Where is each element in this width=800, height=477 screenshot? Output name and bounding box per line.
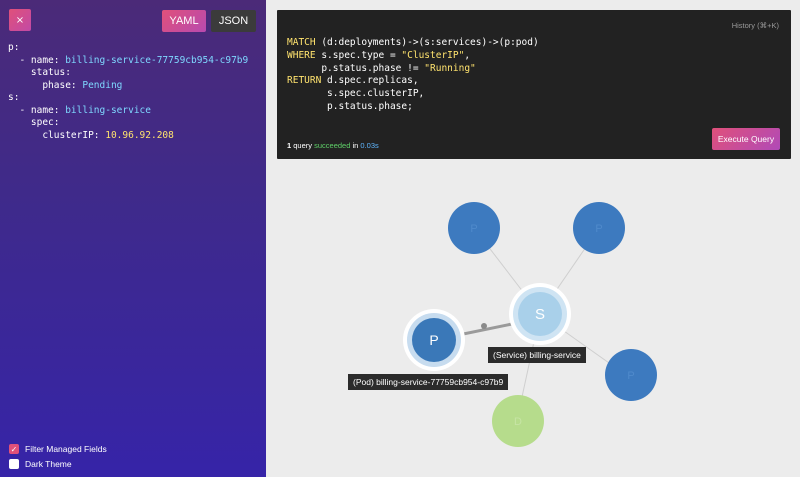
yaml-p-name-key: - name: <box>8 54 66 66</box>
node-letter: P <box>470 223 477 235</box>
status-in: in <box>350 141 361 150</box>
yaml-s-name-key: - name: <box>8 104 66 116</box>
dark-theme-checkbox[interactable] <box>9 459 19 469</box>
graph-node-p2[interactable]: P <box>573 202 625 254</box>
query-line-4: d.spec.replicas, <box>321 75 419 87</box>
query-line-6: p.status.phase; <box>287 100 413 112</box>
query-status: 1 query succeeded in 0.03s <box>287 141 379 150</box>
node-letter: S <box>535 306 545 323</box>
filter-managed-fields-option[interactable]: ✓ Filter Managed Fields <box>9 444 107 454</box>
query-line-1: (d:deployments)->(s:services)->(p:pod) <box>315 37 539 48</box>
query-string-running: "Running" <box>424 62 476 74</box>
json-format-button[interactable]: JSON <box>211 10 256 32</box>
yaml-key-s: s: <box>8 92 20 103</box>
graph-node-p1[interactable]: P <box>448 202 500 254</box>
query-line-2: s.spec.type = <box>315 49 402 61</box>
graph-canvas[interactable]: P P P D S P (Service) billing-service (P… <box>266 168 800 477</box>
yaml-cluster-ip-value: 10.96.92.208 <box>105 129 174 141</box>
yaml-sidebar: × YAML JSON p: - name: billing-service-7… <box>0 0 266 477</box>
status-time: 0.03s <box>360 141 379 150</box>
history-link[interactable]: History (⌘+K) <box>732 21 779 30</box>
dark-theme-label: Dark Theme <box>25 459 72 469</box>
query-where-keyword: WHERE <box>287 49 316 61</box>
yaml-phase-value: Pending <box>82 79 123 91</box>
graph-node-d1[interactable]: D <box>492 395 544 447</box>
query-line-3: p.status.phase != <box>287 62 425 74</box>
graph-node-pod[interactable]: P <box>403 309 465 371</box>
query-line-5: s.spec.clusterIP, <box>287 88 425 100</box>
filter-managed-fields-label: Filter Managed Fields <box>25 444 107 454</box>
service-node-label: (Service) billing-service <box>488 347 586 363</box>
query-return-keyword: RETURN <box>287 75 322 87</box>
node-letter: P <box>595 223 602 235</box>
execute-query-button[interactable]: Execute Query <box>712 128 780 150</box>
pod-node-label: (Pod) billing-service-77759cb954-c97b9 <box>348 374 509 390</box>
yaml-p-name-value: billing-service-77759cb954-c97b9 <box>65 54 249 66</box>
graph-node-service[interactable]: S <box>509 283 571 345</box>
graph-edge-midpoint <box>481 323 487 329</box>
yaml-format-button[interactable]: YAML <box>162 10 206 32</box>
yaml-spec-key: spec: <box>8 117 60 128</box>
graph-node-p3[interactable]: P <box>605 349 657 401</box>
query-string-clusterip: "ClusterIP" <box>401 49 465 61</box>
filter-managed-fields-checkbox[interactable]: ✓ <box>9 444 19 454</box>
status-succeeded: succeeded <box>314 141 351 150</box>
close-button[interactable]: × <box>9 9 31 31</box>
query-editor-panel: History (⌘+K) MATCH (d:deployments)->(s:… <box>277 10 791 159</box>
yaml-key-p: p: <box>8 42 20 53</box>
dark-theme-option[interactable]: Dark Theme <box>9 459 72 469</box>
query-match-keyword: MATCH <box>287 37 316 48</box>
query-line-2-end: , <box>464 49 471 61</box>
yaml-cluster-ip-key: clusterIP: <box>8 129 106 141</box>
yaml-s-name-value: billing-service <box>65 104 151 116</box>
status-query-word: query <box>291 141 315 150</box>
yaml-status-key: status: <box>8 67 71 78</box>
yaml-output: p: - name: billing-service-77759cb954-c9… <box>8 42 248 142</box>
node-letter: P <box>627 370 634 382</box>
query-editor[interactable]: MATCH (d:deployments)->(s:services)->(p:… <box>287 37 539 114</box>
node-letter: D <box>514 416 522 428</box>
graph-svg[interactable]: P P P D S P <box>266 168 800 477</box>
yaml-phase-key: phase: <box>8 79 83 91</box>
node-letter: P <box>429 332 438 348</box>
